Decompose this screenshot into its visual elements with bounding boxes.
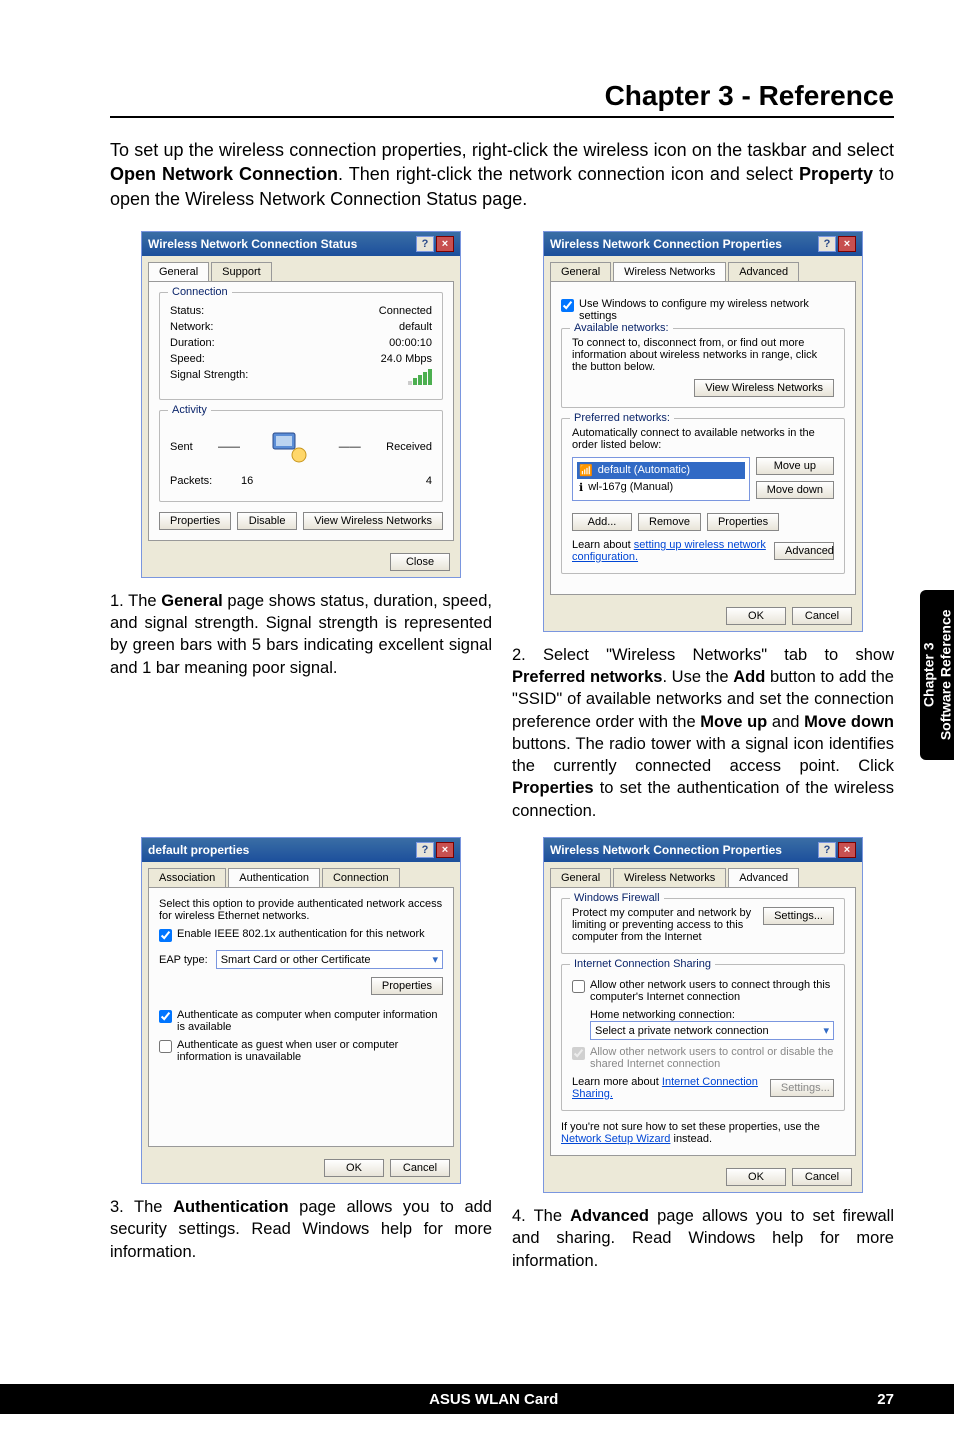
close-icon[interactable]: × bbox=[436, 842, 454, 858]
tab-connection[interactable]: Connection bbox=[322, 868, 400, 887]
footer: ASUS WLAN Card 27 bbox=[0, 1384, 954, 1414]
chevron-down-icon: ▾ bbox=[823, 1024, 829, 1037]
help-icon[interactable]: ? bbox=[416, 842, 434, 858]
enable-8021x-checkbox[interactable] bbox=[159, 929, 172, 942]
help-icon[interactable]: ? bbox=[416, 236, 434, 252]
step-1-text: 1. The General page shows status, durati… bbox=[110, 590, 492, 679]
cancel-button[interactable]: Cancel bbox=[792, 1168, 852, 1186]
fw-settings-button[interactable]: Settings... bbox=[763, 907, 834, 925]
ok-button[interactable]: OK bbox=[726, 1168, 786, 1186]
page-number: 27 bbox=[877, 1391, 894, 1408]
close-button[interactable]: Close bbox=[390, 553, 450, 571]
help-icon[interactable]: ? bbox=[818, 236, 836, 252]
cancel-button[interactable]: Cancel bbox=[390, 1159, 450, 1177]
ics-control-checkbox bbox=[572, 1047, 585, 1060]
auth-computer-checkbox[interactable] bbox=[159, 1010, 172, 1023]
radio-tower-icon: 📶 bbox=[579, 464, 593, 477]
chevron-down-icon: ▾ bbox=[432, 953, 438, 966]
properties-dialog: Wireless Network Connection Properties ?… bbox=[543, 231, 863, 632]
tab-general[interactable]: General bbox=[148, 262, 209, 281]
ok-button[interactable]: OK bbox=[324, 1159, 384, 1177]
tab-support[interactable]: Support bbox=[211, 262, 272, 281]
view-wireless-button[interactable]: View Wireless Networks bbox=[694, 379, 834, 397]
close-icon[interactable]: × bbox=[838, 236, 856, 252]
ics-allow-checkbox[interactable] bbox=[572, 980, 585, 993]
preferred-networks-list[interactable]: 📶default (Automatic) ℹwl-167g (Manual) bbox=[572, 457, 750, 501]
wizard-link[interactable]: Network Setup Wizard bbox=[561, 1133, 670, 1145]
list-item[interactable]: ℹwl-167g (Manual) bbox=[577, 479, 745, 496]
ok-button[interactable]: OK bbox=[726, 607, 786, 625]
close-icon[interactable]: × bbox=[436, 236, 454, 252]
use-windows-checkbox[interactable] bbox=[561, 299, 574, 312]
info-icon: ℹ bbox=[579, 481, 583, 494]
side-tab: Chapter 3Software Reference bbox=[920, 590, 954, 760]
properties-button[interactable]: Properties bbox=[707, 513, 779, 531]
eap-properties-button[interactable]: Properties bbox=[371, 977, 443, 995]
signal-icon bbox=[408, 369, 432, 385]
add-button[interactable]: Add... bbox=[572, 513, 632, 531]
ics-settings-button: Settings... bbox=[770, 1079, 834, 1097]
move-down-button[interactable]: Move down bbox=[756, 481, 834, 499]
activity-group: Activity bbox=[168, 404, 211, 416]
list-item[interactable]: 📶default (Automatic) bbox=[577, 462, 745, 479]
intro-text: To set up the wireless connection proper… bbox=[110, 138, 894, 211]
auth-dialog-title: default properties bbox=[148, 843, 249, 857]
step-2-text: 2. Select "Wireless Networks" tab to sho… bbox=[512, 644, 894, 822]
auth-guest-checkbox[interactable] bbox=[159, 1040, 172, 1053]
help-icon[interactable]: ? bbox=[818, 842, 836, 858]
remove-button[interactable]: Remove bbox=[638, 513, 701, 531]
status-dialog: Wireless Network Connection Status ? × G… bbox=[141, 231, 461, 578]
eap-type-select[interactable]: Smart Card or other Certificate▾ bbox=[216, 950, 443, 969]
tab-general[interactable]: General bbox=[550, 868, 611, 887]
cancel-button[interactable]: Cancel bbox=[792, 607, 852, 625]
tab-advanced[interactable]: Advanced bbox=[728, 262, 799, 281]
footer-title: ASUS WLAN Card bbox=[429, 1391, 558, 1408]
view-networks-button[interactable]: View Wireless Networks bbox=[303, 512, 443, 530]
activity-icon bbox=[265, 427, 313, 467]
connection-group: Connection bbox=[168, 286, 232, 298]
step-4-text: 4. The Advanced page allows you to set f… bbox=[512, 1205, 894, 1272]
tab-authentication[interactable]: Authentication bbox=[228, 868, 320, 887]
auth-dialog: default properties ? × Association Authe… bbox=[141, 837, 461, 1184]
tab-association[interactable]: Association bbox=[148, 868, 226, 887]
tab-wireless-networks[interactable]: Wireless Networks bbox=[613, 868, 726, 887]
close-icon[interactable]: × bbox=[838, 842, 856, 858]
props-dialog-title: Wireless Network Connection Properties bbox=[550, 237, 782, 251]
tab-wireless-networks[interactable]: Wireless Networks bbox=[613, 262, 726, 281]
status-dialog-title: Wireless Network Connection Status bbox=[148, 237, 357, 251]
tab-advanced[interactable]: Advanced bbox=[728, 868, 799, 887]
move-up-button[interactable]: Move up bbox=[756, 457, 834, 475]
tab-general[interactable]: General bbox=[550, 262, 611, 281]
advanced-dialog: Wireless Network Connection Properties ?… bbox=[543, 837, 863, 1193]
divider bbox=[110, 116, 894, 118]
chapter-title: Chapter 3 - Reference bbox=[110, 80, 894, 112]
adv-dialog-title: Wireless Network Connection Properties bbox=[550, 843, 782, 857]
disable-button[interactable]: Disable bbox=[237, 512, 297, 530]
advanced-button[interactable]: Advanced bbox=[774, 542, 834, 560]
home-connection-select[interactable]: Select a private network connection▾ bbox=[590, 1021, 834, 1040]
step-3-text: 3. The Authentication page allows you to… bbox=[110, 1196, 492, 1263]
properties-button[interactable]: Properties bbox=[159, 512, 231, 530]
